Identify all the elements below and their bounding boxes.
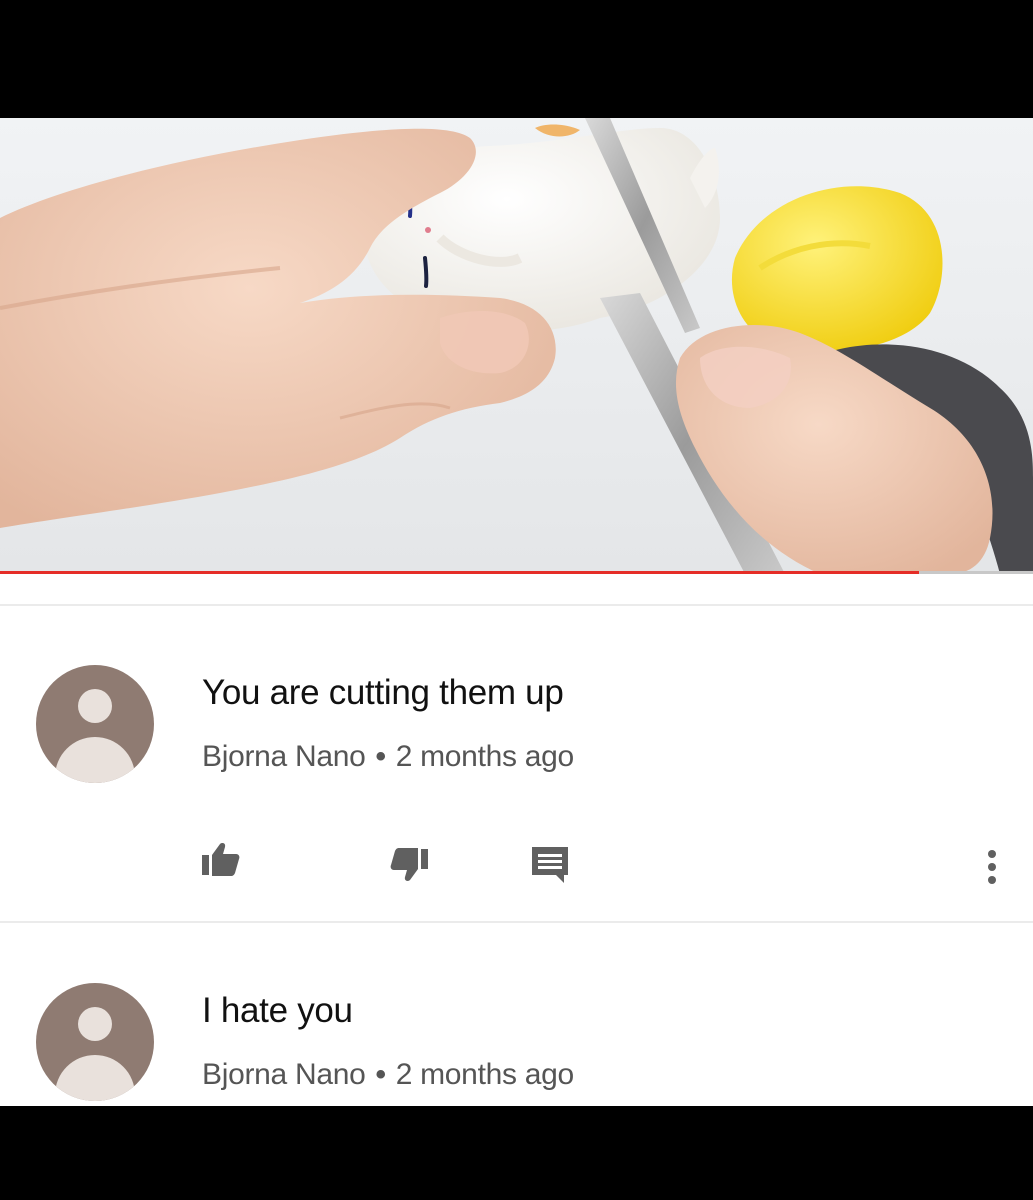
- comment-meta: Bjorna Nano • 2 months ago: [202, 1058, 574, 1092]
- video-frame: [0, 118, 1033, 574]
- thumbs-up-icon: [202, 843, 240, 876]
- avatar[interactable]: [36, 665, 154, 783]
- comment-item: I hate you Bjorna Nano • 2 months ago: [0, 923, 1033, 1106]
- video-progress-bar[interactable]: [0, 571, 1033, 574]
- avatar-head: [78, 689, 112, 723]
- avatar-body: [55, 1055, 135, 1101]
- meta-separator: •: [375, 1058, 386, 1091]
- thumbs-down-icon: [390, 848, 428, 881]
- video-progress-fill: [0, 571, 920, 574]
- like-button[interactable]: [198, 837, 242, 881]
- comment-meta: Bjorna Nano • 2 months ago: [202, 740, 574, 774]
- reply-comment-icon: [532, 847, 568, 883]
- more-vertical-icon: [988, 850, 996, 884]
- comment-author[interactable]: Bjorna Nano: [202, 1058, 366, 1091]
- screenshot-frame: You are cutting them up Bjorna Nano • 2 mo…: [0, 0, 1033, 1200]
- avatar[interactable]: [36, 983, 154, 1101]
- reply-button[interactable]: [528, 843, 572, 887]
- comment-time: 2 months ago: [395, 1058, 574, 1091]
- comment-time: 2 months ago: [395, 740, 574, 773]
- avatar-head: [78, 1007, 112, 1041]
- more-options-button[interactable]: [970, 845, 1014, 889]
- meta-separator: •: [375, 740, 386, 773]
- comment-text: You are cutting them up: [202, 673, 564, 712]
- comment-text: I hate you: [202, 991, 353, 1030]
- comment-item: You are cutting them up Bjorna Nano • 2 mo…: [0, 605, 1033, 921]
- dislike-button[interactable]: [388, 843, 432, 887]
- app-content: You are cutting them up Bjorna Nano • 2 mo…: [0, 118, 1033, 1106]
- avatar-body: [55, 737, 135, 783]
- video-player[interactable]: [0, 118, 1033, 574]
- comment-author[interactable]: Bjorna Nano: [202, 740, 366, 773]
